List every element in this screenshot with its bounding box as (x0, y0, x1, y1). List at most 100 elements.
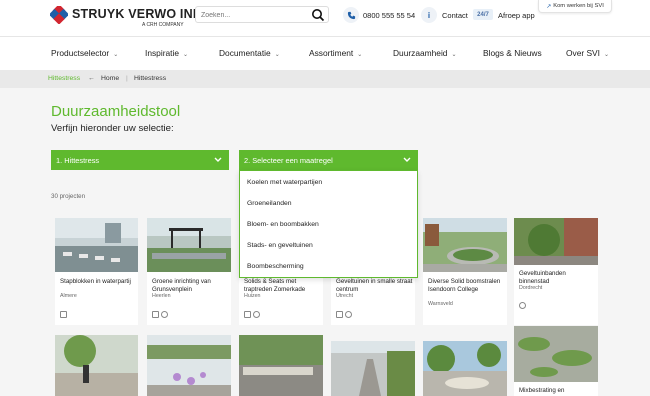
nav-label: Assortiment (309, 48, 354, 58)
filter-hittestress-select[interactable]: 1. Hittestress (51, 150, 229, 170)
project-location: Warnsveld (428, 301, 453, 307)
badge-247: 24/7 (473, 9, 493, 20)
page-title: Duurzaamheidstool (51, 103, 181, 120)
project-card[interactable]: Mixbestrating en (514, 326, 598, 396)
nav-label: Documentatie (219, 48, 271, 58)
category-icons (519, 302, 549, 310)
nav-label: Blogs & Nieuws (483, 48, 542, 58)
dropdown-option[interactable]: Koelen met waterpartijen (247, 179, 322, 186)
phone-number[interactable]: 0800 555 55 54 (363, 11, 415, 20)
chevron-down-icon: ⌄ (274, 52, 280, 58)
contact-link[interactable]: Contact (442, 11, 468, 20)
water-icon (60, 311, 67, 318)
project-title: Diverse Solid boomstralen Isendoorn Coll… (428, 278, 501, 293)
search-input[interactable] (201, 9, 306, 21)
water-icon (336, 311, 343, 318)
nav-label: Over SVI (566, 48, 600, 58)
project-title: Geveltuinen in smalle straat centrum (336, 278, 413, 293)
nav-label: Duurzaamheid (393, 48, 448, 58)
nav-item-duurzaamheid[interactable]: Duurzaamheid ⌄ (393, 48, 457, 58)
project-image (147, 218, 231, 272)
category-icons (336, 311, 366, 319)
nav-label: Inspiratie (145, 48, 179, 58)
phone-icon (347, 11, 355, 19)
nav-item-over-svi[interactable]: Over SVI ⌄ (566, 48, 609, 58)
main-nav: Productselector ⌄ Inspiratie ⌄ Documentati… (0, 36, 650, 70)
project-location: Utrecht (336, 293, 354, 299)
nav-item-blogs[interactable]: Blogs & Nieuws (483, 48, 542, 58)
werken-bij-button[interactable]: ↗ Kom werken bij SVI (538, 0, 612, 13)
project-card[interactable]: Diverse Solid boomstralen Isendoorn Coll… (423, 218, 507, 325)
breadcrumb-current: Hittestress (48, 75, 81, 82)
project-count: 30 projecten (51, 193, 86, 200)
category-icons (152, 311, 182, 319)
info-button[interactable]: i (421, 7, 437, 23)
project-image (423, 341, 507, 396)
project-card[interactable] (147, 335, 231, 396)
project-card[interactable]: Geveltuinbanden binnenstad Dordrecht (514, 218, 598, 325)
dropdown-option[interactable]: Groeneilanden (247, 200, 292, 207)
external-icon: ↗ (546, 3, 552, 10)
nav-item-inspiratie[interactable]: Inspiratie ⌄ (145, 48, 188, 58)
project-image (55, 335, 138, 396)
nav-item-documentatie[interactable]: Documentatie ⌄ (219, 48, 280, 58)
dropdown-option[interactable]: Stads- en geveltuinen (247, 242, 313, 249)
brand-sub: A CRH COMPANY (142, 22, 184, 28)
project-title: Geveltuinbanden binnenstad (519, 270, 566, 285)
search-box (195, 6, 329, 23)
project-title: Mixbestrating en (519, 387, 565, 394)
project-card[interactable]: Groene inrichting van Grunsvenplein Heer… (147, 218, 231, 325)
chevron-down-icon: ⌄ (357, 52, 363, 58)
chevron-down-icon: ⌄ (451, 52, 457, 58)
phone-button[interactable] (343, 7, 359, 23)
nav-item-productselector[interactable]: Productselector ⌄ (51, 48, 118, 58)
maatregel-dropdown: Koelen met waterpartijen Groeneilanden B… (239, 170, 418, 278)
filter-second-label: 2. Selecteer een maatregel (244, 156, 333, 165)
breadcrumb: Hittestress ← Home | Hittestress (0, 70, 650, 88)
logo-mark-icon (50, 6, 68, 24)
chevron-down-icon: ⌄ (113, 52, 119, 58)
project-title: Solids & Seats met traptreden Zomerkade (244, 278, 306, 293)
project-title: Stapblokken in waterpartij (60, 278, 131, 285)
logo[interactable]: STRUYK VERWO INFRA A CRH COMPANY (50, 6, 219, 32)
page-subtitle: Verfijn hieronder uw selectie: (51, 123, 174, 134)
project-title: Groene inrichting van Grunsvenplein (152, 278, 211, 293)
filter-maatregel-select[interactable]: 2. Selecteer een maatregel (239, 150, 418, 170)
leaf-icon (345, 311, 352, 318)
project-image (331, 341, 415, 396)
arrow-left-icon[interactable]: ← (88, 75, 95, 82)
leaf-icon (519, 302, 526, 309)
breadcrumb-page: Hittestress (134, 75, 167, 82)
chevron-down-icon (214, 157, 222, 162)
leaf-icon (161, 311, 168, 318)
project-location: Dordrecht (519, 285, 543, 291)
project-card[interactable] (55, 335, 138, 396)
breadcrumb-separator: | (126, 75, 128, 82)
project-card[interactable] (331, 341, 415, 396)
dropdown-option[interactable]: Boombescherming (247, 263, 304, 270)
breadcrumb-home[interactable]: Home (101, 75, 119, 82)
project-image (55, 218, 138, 272)
header: STRUYK VERWO INFRA A CRH COMPANY 0800 55… (0, 0, 650, 36)
category-icons (60, 311, 90, 319)
project-location: Heerlen (152, 293, 171, 299)
water-icon (152, 311, 159, 318)
dropdown-option[interactable]: Bloem- en boombakken (247, 221, 319, 228)
project-image (239, 335, 323, 396)
chevron-down-icon: ⌄ (603, 52, 610, 58)
project-card[interactable] (423, 341, 507, 396)
project-location: Almere (60, 293, 77, 299)
project-image (514, 218, 598, 265)
chevron-down-icon: ⌄ (182, 52, 189, 58)
nav-item-assortiment[interactable]: Assortiment ⌄ (309, 48, 362, 58)
project-card[interactable] (239, 335, 323, 396)
chevron-down-icon (403, 157, 411, 162)
project-card[interactable]: Stapblokken in waterpartij Almere (55, 218, 138, 325)
nav-label: Productselector (51, 48, 110, 58)
info-icon: i (427, 10, 431, 20)
project-image (514, 326, 598, 382)
filter-first-label: 1. Hittestress (56, 156, 100, 165)
water-icon (244, 311, 251, 318)
search-icon[interactable] (311, 8, 325, 22)
afroep-app-link[interactable]: Afroep app (498, 11, 535, 20)
